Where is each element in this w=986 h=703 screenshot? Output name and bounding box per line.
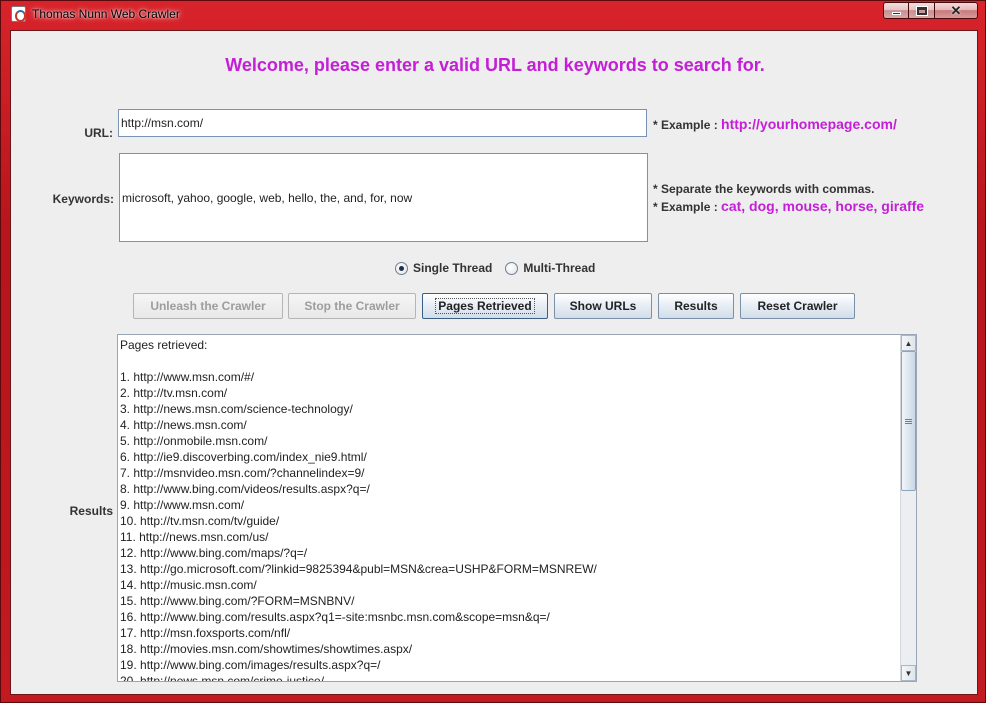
result-line: 17. http://msn.foxsports.com/nfl/ [120,626,291,640]
result-line: 6. http://ie9.discoverbing.com/index_nie… [120,450,367,464]
thread-mode-group: Single Thread Multi-Thread [395,261,595,275]
scroll-up-button[interactable]: ▲ [901,335,916,351]
window-controls: ✕ [883,2,978,19]
results-label: Results [69,504,113,518]
results-textarea[interactable]: Pages retrieved: 1. http://www.msn.com/#/… [117,334,917,682]
reset-crawler-button[interactable]: Reset Crawler [740,293,855,319]
result-line: 3. http://news.msn.com/science-technolog… [120,402,353,416]
window-frame: Thomas Nunn Web Crawler ✕ Welcome, pleas… [0,0,986,703]
show-urls-button[interactable]: Show URLs [554,293,652,319]
url-hint: * Example : http://yourhomepage.com/ [653,116,897,132]
window-title: Thomas Nunn Web Crawler [32,7,180,21]
arrow-up-icon: ▲ [904,338,913,348]
arrow-down-icon: ▼ [904,668,913,678]
result-line: 18. http://movies.msn.com/showtimes/show… [120,642,413,656]
result-line: 20. http://news.msn.com/crime-justice/ [120,674,325,682]
grip-icon [905,418,912,424]
scroll-down-button[interactable]: ▼ [901,665,916,681]
welcome-heading: Welcome, please enter a valid URL and ke… [225,55,765,75]
close-icon: ✕ [950,2,962,18]
maximize-button[interactable] [909,2,935,19]
single-thread-radio[interactable] [395,261,408,275]
result-line: 12. http://www.bing.com/maps/?q=/ [120,546,308,560]
result-line: 7. http://msnvideo.msn.com/?channelindex… [120,466,365,480]
java-cup-icon [11,6,26,22]
result-line: 14. http://music.msn.com/ [120,578,257,592]
result-line: 9. http://www.msn.com/ [120,498,245,512]
multi-thread-radio[interactable] [505,261,519,275]
stop-crawler-button[interactable]: Stop the Crawler [288,293,416,319]
close-button[interactable]: ✕ [935,2,978,19]
result-line: 16. http://www.bing.com/results.aspx?q1=… [120,610,550,624]
result-line: 11. http://news.msn.com/us/ [120,530,269,544]
keywords-hint-separator: * Separate the keywords with commas. [653,182,875,196]
pages-retrieved-button[interactable]: Pages Retrieved [422,293,548,319]
result-line: 1. http://www.msn.com/#/ [120,370,255,384]
keywords-hint-prefix: * Example : [653,200,718,214]
result-line: Pages retrieved: [120,338,208,352]
results-scrollbar[interactable]: ▲ ▼ [900,335,916,681]
client-area: Welcome, please enter a valid URL and ke… [10,30,978,695]
scroll-thumb[interactable] [901,351,916,491]
unleash-crawler-button[interactable]: Unleash the Crawler [133,293,283,319]
keywords-field[interactable]: microsoft, yahoo, google, web, hello, th… [119,153,648,242]
single-thread-label[interactable]: Single Thread [413,261,492,275]
minimize-button[interactable] [883,2,909,19]
result-line: 8. http://www.bing.com/videos/results.as… [120,482,370,496]
url-hint-example: http://yourhomepage.com/ [721,116,897,132]
url-label: URL: [84,126,113,140]
result-line [120,353,900,369]
maximize-icon [915,5,928,16]
title-bar[interactable]: Thomas Nunn Web Crawler ✕ [1,1,986,27]
keywords-hint-values: cat, dog, mouse, horse, giraffe [721,198,925,214]
result-line: 15. http://www.bing.com/?FORM=MSNBNV/ [120,594,355,608]
keywords-label: Keywords: [52,192,114,206]
url-hint-prefix: * Example : [653,118,718,132]
result-line: 13. http://go.microsoft.com/?linkid=9825… [120,562,597,576]
result-line: 10. http://tv.msn.com/tv/guide/ [120,514,280,528]
result-line: 4. http://news.msn.com/ [120,418,247,432]
multi-thread-label[interactable]: Multi-Thread [523,261,595,275]
result-line: 5. http://onmobile.msn.com/ [120,434,268,448]
results-content: Pages retrieved: 1. http://www.msn.com/#/… [120,337,900,682]
keywords-hint-example: * Example : cat, dog, mouse, horse, gira… [653,198,924,214]
result-line: 2. http://tv.msn.com/ [120,386,228,400]
url-field[interactable]: http://msn.com/ [118,109,647,137]
minimize-icon [891,12,901,15]
results-button[interactable]: Results [658,293,734,319]
result-line: 19. http://www.bing.com/images/results.a… [120,658,381,672]
